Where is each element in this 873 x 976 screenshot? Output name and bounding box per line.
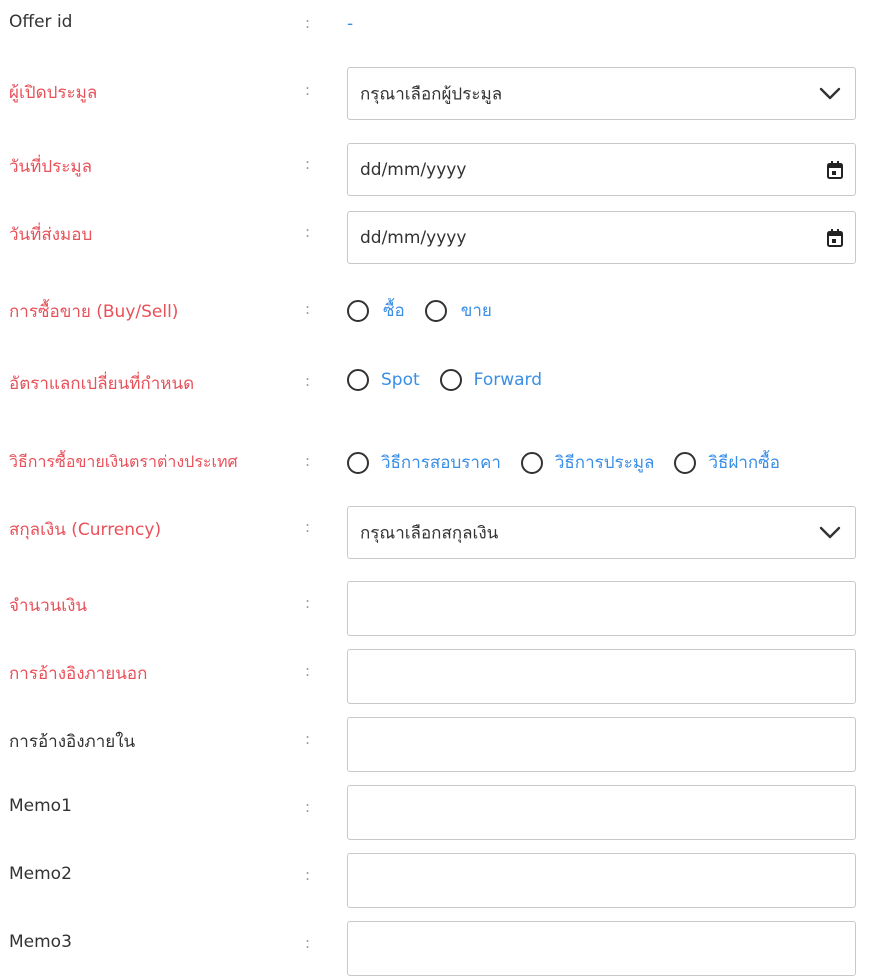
currency-label: สกุลเงิน (Currency) [9, 520, 162, 540]
colon: : [305, 372, 311, 390]
radio-circle-icon[interactable] [674, 451, 697, 474]
auction-date-input[interactable]: dd/mm/yyyy [347, 143, 856, 196]
memo2-input[interactable] [347, 853, 856, 908]
radio-quotation-label[interactable]: วิธีการสอบราคา [381, 449, 501, 476]
radio-circle-icon[interactable] [439, 369, 462, 391]
opener-select-value: กรุณาเลือกผู้ประมูล [360, 84, 503, 104]
delivery-date-input[interactable]: dd/mm/yyyy [347, 211, 856, 264]
radio-forward[interactable]: Forward [439, 369, 542, 391]
buy-sell-radio-group: ซื้อ ขาย [347, 297, 512, 324]
radio-sell-label[interactable]: ขาย [461, 297, 492, 324]
internal-ref-label: การอ้างอิงภายใน [9, 732, 136, 752]
currency-row: สกุลเงิน (Currency) : กรุณาเลือกสกุลเงิน [0, 506, 873, 559]
memo1-label: Memo1 [9, 796, 72, 816]
radio-auction[interactable]: วิธีการประมูล [520, 449, 655, 476]
radio-spot[interactable]: Spot [347, 369, 420, 391]
memo2-row: Memo2 : [0, 853, 873, 908]
amount-input[interactable] [347, 581, 856, 636]
colon: : [305, 594, 311, 612]
radio-deposit-buy[interactable]: วิธีฝากซื้อ [674, 449, 780, 476]
opener-row: ผู้เปิดประมูล : กรุณาเลือกผู้ประมูล [0, 67, 873, 120]
radio-circle-icon[interactable] [347, 369, 369, 391]
currency-select[interactable]: กรุณาเลือกสกุลเงิน [347, 506, 856, 559]
colon: : [305, 934, 311, 952]
radio-circle-icon[interactable] [520, 451, 543, 474]
internal-ref-row: การอ้างอิงภายใน : [0, 717, 873, 772]
rate-row: อัตราแลกเปลี่ยนที่กำหนด : Spot Forward [0, 362, 873, 402]
method-radio-group: วิธีการสอบราคา วิธีการประมูล วิธีฝากซื้อ [347, 449, 800, 476]
currency-select-value: กรุณาเลือกสกุลเงิน [360, 523, 499, 543]
offer-id-value: - [347, 14, 354, 34]
radio-quotation[interactable]: วิธีการสอบราคา [347, 449, 501, 476]
method-label: วิธีการซื้อขายเงินตราต่างประเทศ [9, 452, 238, 471]
colon: : [305, 155, 311, 173]
buy-sell-row: การซื้อขาย (Buy/Sell) : ซื้อ ขาย [0, 290, 873, 330]
memo2-label: Memo2 [9, 864, 72, 884]
calendar-icon[interactable] [827, 160, 843, 179]
colon: : [305, 223, 311, 241]
memo1-row: Memo1 : [0, 785, 873, 840]
radio-auction-label[interactable]: วิธีการประมูล [555, 449, 655, 476]
calendar-icon[interactable] [827, 228, 843, 247]
radio-circle-icon[interactable] [347, 299, 369, 322]
rate-radio-group: Spot Forward [347, 369, 562, 391]
colon: : [305, 452, 311, 470]
auction-date-label: วันที่ประมูล [9, 157, 93, 177]
chevron-down-icon [819, 87, 841, 99]
external-ref-row: การอ้างอิงภายนอก : [0, 649, 873, 704]
colon: : [305, 14, 311, 32]
buy-sell-label: การซื้อขาย (Buy/Sell) [9, 302, 179, 322]
colon: : [305, 300, 311, 318]
delivery-date-label: วันที่ส่งมอบ [9, 225, 93, 245]
offer-id-label: Offer id [9, 12, 73, 32]
radio-buy-label[interactable]: ซื้อ [383, 297, 405, 324]
chevron-down-icon [819, 526, 841, 538]
radio-spot-label[interactable]: Spot [381, 370, 420, 390]
opener-label: ผู้เปิดประมูล [9, 83, 98, 103]
radio-sell[interactable]: ขาย [424, 297, 492, 324]
auction-date-value: dd/mm/yyyy [360, 159, 467, 180]
colon: : [305, 518, 311, 536]
internal-ref-input[interactable] [347, 717, 856, 772]
radio-forward-label[interactable]: Forward [474, 370, 542, 390]
memo1-input[interactable] [347, 785, 856, 840]
amount-label: จำนวนเงิน [9, 596, 88, 616]
memo3-row: Memo3 : [0, 921, 873, 976]
rate-label: อัตราแลกเปลี่ยนที่กำหนด [9, 374, 195, 394]
radio-circle-icon[interactable] [347, 451, 369, 474]
colon: : [305, 730, 311, 748]
opener-select[interactable]: กรุณาเลือกผู้ประมูล [347, 67, 856, 120]
external-ref-input[interactable] [347, 649, 856, 704]
colon: : [305, 81, 311, 99]
delivery-date-row: วันที่ส่งมอบ : dd/mm/yyyy [0, 211, 873, 264]
amount-row: จำนวนเงิน : [0, 581, 873, 636]
radio-buy[interactable]: ซื้อ [347, 297, 405, 324]
method-row: วิธีการซื้อขายเงินตราต่างประเทศ : วิธีกา… [0, 442, 873, 482]
colon: : [305, 866, 311, 884]
delivery-date-value: dd/mm/yyyy [360, 227, 467, 248]
auction-date-row: วันที่ประมูล : dd/mm/yyyy [0, 143, 873, 196]
offer-id-row: Offer id : - [0, 8, 873, 38]
colon: : [305, 798, 311, 816]
memo3-input[interactable] [347, 921, 856, 976]
radio-deposit-buy-label[interactable]: วิธีฝากซื้อ [708, 449, 779, 476]
memo3-label: Memo3 [9, 932, 72, 952]
external-ref-label: การอ้างอิงภายนอก [9, 664, 148, 684]
radio-circle-icon[interactable] [424, 299, 447, 322]
colon: : [305, 662, 311, 680]
